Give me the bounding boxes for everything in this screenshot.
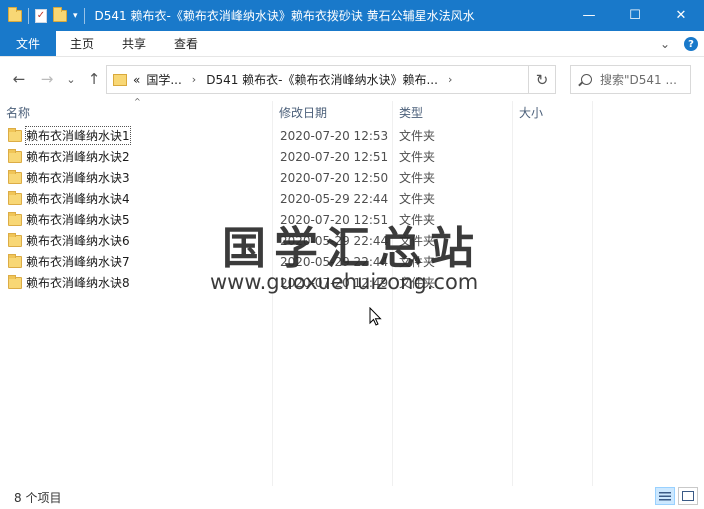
search-placeholder: 搜索"D541 ... (600, 73, 677, 87)
quick-access-toolbar: ✓ ▾ (0, 0, 85, 31)
help-icon[interactable]: ? (684, 37, 698, 51)
search-icon (581, 74, 592, 85)
folder-icon (8, 190, 22, 205)
folder-icon (113, 73, 127, 86)
refresh-button[interactable]: ↻ (529, 65, 556, 94)
file-type: 文件夹 (399, 171, 436, 185)
separator (28, 7, 29, 24)
list-item[interactable]: 赖布衣消峰纳水诀1 2020-07-20 12:53 文件夹 (0, 125, 704, 146)
column-header-size[interactable]: 大小 (513, 101, 592, 123)
tab-view[interactable]: 查看 (160, 31, 212, 56)
window-title: D541 赖布衣-《赖布衣消峰纳水诀》赖布衣拨砂诀 黄石公辅星水法风水 (94, 9, 475, 23)
details-view-icon (659, 491, 671, 501)
forward-button[interactable]: → (36, 68, 58, 90)
watermark-url: www.guoxuehuizong.com (210, 270, 479, 294)
mouse-cursor-icon (369, 307, 382, 326)
folder-icon (8, 232, 22, 247)
address-bar[interactable]: « 国学... › D541 赖布衣-《赖布衣消峰纳水诀》赖布... › (106, 65, 529, 94)
customize-toolbar-dropdown[interactable]: ▾ (73, 11, 78, 21)
tab-home[interactable]: 主页 (56, 31, 108, 56)
status-bar: 8 个项目 (0, 486, 704, 509)
maximize-button[interactable]: ☐ (612, 0, 658, 31)
navigation-bar: ← → ⌄ ↑ « 国学... › D541 赖布衣-《赖布衣消峰纳水诀》赖布.… (0, 57, 704, 101)
file-name[interactable]: 赖布衣消峰纳水诀2 (26, 148, 130, 165)
file-name[interactable]: 赖布衣消峰纳水诀8 (26, 274, 130, 291)
folder-icon (8, 211, 22, 226)
properties-icon[interactable]: ✓ (35, 8, 47, 23)
new-folder-icon[interactable] (53, 6, 67, 22)
file-name[interactable]: 赖布衣消峰纳水诀6 (26, 232, 130, 249)
folder-icon (8, 169, 22, 184)
folder-icon (8, 6, 22, 22)
folder-icon (8, 127, 22, 142)
large-icons-view-button[interactable] (678, 487, 698, 505)
back-button[interactable]: ← (8, 68, 30, 90)
view-switcher (655, 487, 698, 505)
file-type: 文件夹 (399, 129, 436, 143)
tab-file[interactable]: 文件 (0, 31, 56, 56)
tab-share[interactable]: 共享 (108, 31, 160, 56)
search-input[interactable]: 搜索"D541 ... (570, 65, 691, 94)
minimize-button[interactable]: — (566, 0, 612, 31)
column-header-name[interactable]: 名称 (0, 101, 272, 123)
list-item[interactable]: 赖布衣消峰纳水诀4 2020-05-29 22:44 文件夹 (0, 188, 704, 209)
separator (83, 7, 85, 24)
watermark-title: 国学汇总站 (222, 223, 482, 274)
file-type: 文件夹 (399, 192, 436, 206)
ribbon-tabs: 文件 主页 共享 查看 ⌄ ? (0, 31, 704, 57)
file-name[interactable]: 赖布衣消峰纳水诀3 (26, 169, 130, 186)
window-controls: — ☐ ✕ (566, 0, 704, 31)
expand-ribbon-icon[interactable]: ⌄ (660, 37, 670, 51)
file-date: 2020-05-29 22:44 (280, 191, 389, 206)
breadcrumb-overflow[interactable]: « (133, 73, 140, 87)
folder-icon (8, 253, 22, 268)
chevron-right-icon[interactable]: › (448, 73, 452, 86)
file-date: 2020-07-20 12:53 (280, 128, 389, 143)
title-bar: ✓ ▾ D541 赖布衣-《赖布衣消峰纳水诀》赖布衣拨砂诀 黄石公辅星水法风水 … (0, 0, 704, 31)
recent-locations-dropdown[interactable]: ⌄ (60, 68, 82, 90)
list-item[interactable]: 赖布衣消峰纳水诀2 2020-07-20 12:51 文件夹 (0, 146, 704, 167)
file-name[interactable]: 赖布衣消峰纳水诀1 (25, 126, 131, 145)
file-date: 2020-07-20 12:50 (280, 170, 389, 185)
column-header-date[interactable]: 修改日期 (273, 101, 392, 123)
close-button[interactable]: ✕ (658, 0, 704, 31)
up-button[interactable]: ↑ (83, 68, 105, 90)
item-count: 8 个项目 (14, 491, 62, 505)
large-icons-view-icon (682, 491, 694, 501)
file-name[interactable]: 赖布衣消峰纳水诀5 (26, 211, 130, 228)
folder-icon (8, 274, 22, 289)
details-view-button[interactable] (655, 487, 675, 505)
file-name[interactable]: 赖布衣消峰纳水诀4 (26, 190, 130, 207)
column-header-row: ^ 名称 修改日期 类型 大小 (0, 97, 704, 123)
breadcrumb-item[interactable]: 国学... (146, 71, 181, 88)
file-date: 2020-07-20 12:51 (280, 149, 389, 164)
file-type: 文件夹 (399, 150, 436, 164)
chevron-right-icon[interactable]: › (192, 73, 196, 86)
folder-icon (8, 148, 22, 163)
list-item[interactable]: 赖布衣消峰纳水诀3 2020-07-20 12:50 文件夹 (0, 167, 704, 188)
file-name[interactable]: 赖布衣消峰纳水诀7 (26, 253, 130, 270)
column-header-type[interactable]: 类型 (393, 101, 512, 123)
breadcrumb-item[interactable]: D541 赖布衣-《赖布衣消峰纳水诀》赖布... (206, 71, 438, 88)
